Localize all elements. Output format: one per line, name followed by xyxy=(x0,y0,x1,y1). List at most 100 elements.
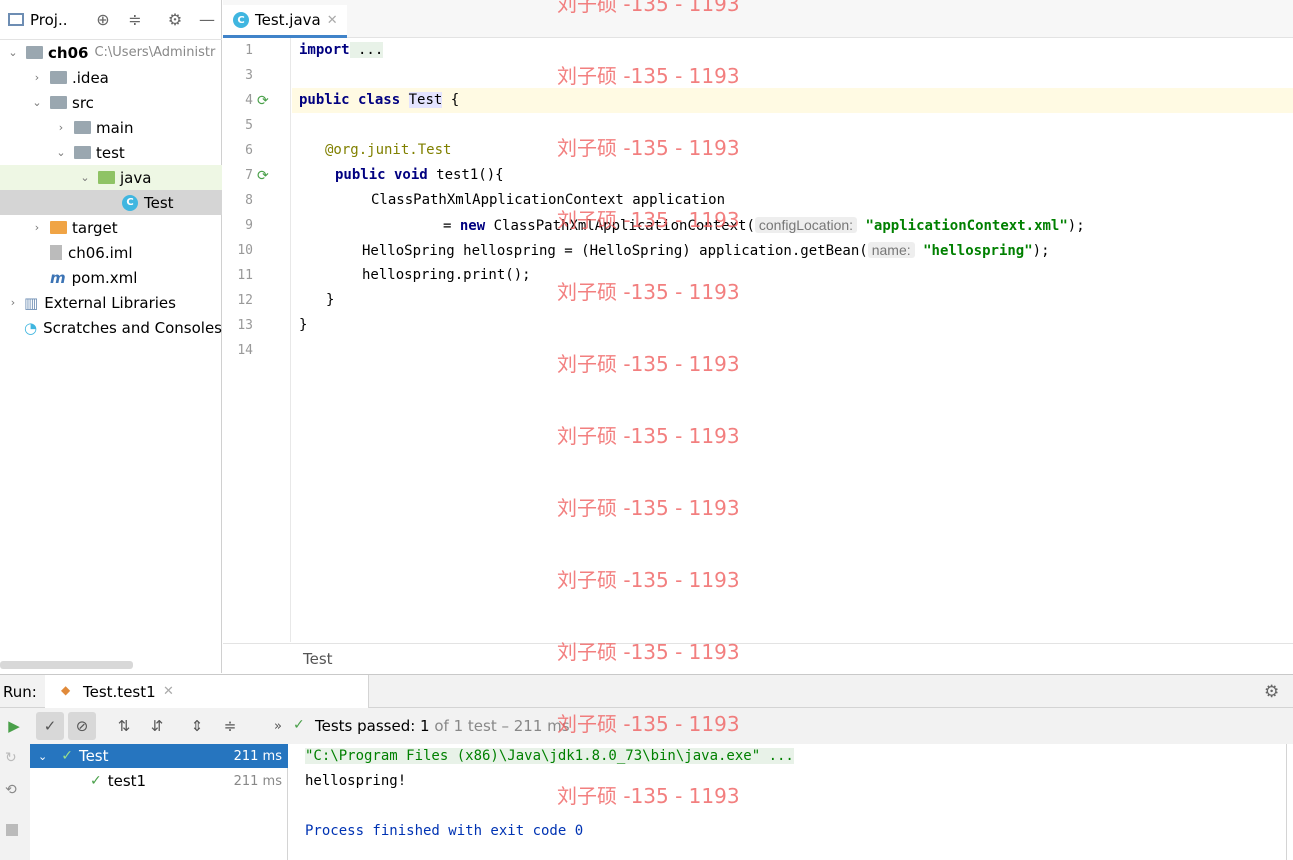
folder-icon xyxy=(50,96,67,109)
run-tab-label: Test.test1 xyxy=(83,683,156,701)
tree-item-label: ch06.iml xyxy=(68,243,133,262)
folder-icon xyxy=(98,171,115,184)
tab-test-java[interactable]: C Test.java ✕ xyxy=(223,5,347,38)
scratch-icon: ◔ xyxy=(23,318,38,337)
chevron-down-icon[interactable]: ⌄ xyxy=(30,96,44,109)
watermark-text: 刘子硕 -135 - 1193 xyxy=(557,712,740,736)
line-number: 6 xyxy=(245,143,253,158)
run-method-icon[interactable]: ⟳ xyxy=(257,168,269,184)
stop-icon[interactable] xyxy=(6,824,18,836)
tree-item-test[interactable]: C Test xyxy=(0,190,222,215)
tree-item-main[interactable]: › main xyxy=(0,115,222,140)
passed-check-icon: ✓ xyxy=(293,717,305,733)
run-class-icon[interactable]: ⟳ xyxy=(257,93,269,109)
more-icon[interactable]: » xyxy=(264,712,292,740)
test-duration: 211 ms xyxy=(233,773,282,789)
chevron-right-icon[interactable]: › xyxy=(6,296,20,309)
locate-icon[interactable]: ⊕ xyxy=(92,9,114,31)
watermark-text: 刘子硕 -135 - 1193 xyxy=(557,136,740,160)
folder-icon xyxy=(50,221,67,234)
junit-icon: ◆ xyxy=(61,683,71,697)
run-side-toolbar: ↻ ⟲ xyxy=(0,744,30,860)
toggle-auto-test-icon[interactable]: ⟲ xyxy=(5,782,17,798)
library-icon: ▥ xyxy=(24,293,39,312)
test-name: test1 xyxy=(107,772,147,790)
chevron-right-icon[interactable]: › xyxy=(54,121,68,134)
chevron-down-icon[interactable]: ⌄ xyxy=(78,171,92,184)
collapse-all-run-icon[interactable]: ≑ xyxy=(216,712,244,740)
tree-item-label: main xyxy=(96,118,134,137)
line-number: 9 xyxy=(245,218,253,233)
tree-item--idea[interactable]: › .idea xyxy=(0,65,222,90)
code-line-9: = new ClassPathXmlApplicationContext(con… xyxy=(443,217,1085,234)
horizontal-scrollbar[interactable] xyxy=(0,661,133,669)
test-name: Test xyxy=(78,747,109,765)
line-number: 11 xyxy=(237,268,253,283)
tree-item-label: .idea xyxy=(72,68,109,87)
sort-duration-icon[interactable]: ⇵ xyxy=(143,712,171,740)
code-editor[interactable]: import ... public class Test { @org.juni… xyxy=(292,38,1293,642)
project-view-icon xyxy=(8,13,24,26)
code-line-8: ClassPathXmlApplicationContext applicati… xyxy=(371,192,726,208)
code-line-10: HelloSpring hellospring = (HelloSpring) … xyxy=(362,242,1050,259)
passed-check-icon: ✓ xyxy=(61,748,73,764)
rerun-icon[interactable]: ▶ xyxy=(0,712,28,740)
tree-item-pom-xml[interactable]: m pom.xml xyxy=(0,265,222,290)
line-number: 8 xyxy=(245,193,253,208)
chevron-down-icon: ⌄ xyxy=(38,749,48,763)
sort-alpha-icon[interactable]: ⇅ xyxy=(110,712,138,740)
chevron-down-icon[interactable]: ⌄ xyxy=(54,146,68,159)
test-duration: 211 ms xyxy=(233,748,282,764)
project-toolbar: Proj.. ⊕ ≑ ⚙ — xyxy=(0,0,222,40)
chevron-right-icon[interactable]: › xyxy=(30,71,44,84)
test-row-test1[interactable]: ✓ test1 211 ms xyxy=(30,769,288,793)
line-number: 10 xyxy=(237,243,253,258)
code-line-13: } xyxy=(299,317,308,333)
tree-item-external-libraries[interactable]: › ▥ External Libraries xyxy=(0,290,222,315)
module-file-icon xyxy=(50,245,62,260)
tree-item-target[interactable]: › target xyxy=(0,215,222,240)
close-run-tab-icon[interactable]: ✕ xyxy=(163,684,174,699)
close-tab-icon[interactable]: ✕ xyxy=(327,13,338,28)
chevron-down-icon[interactable]: ⌄ xyxy=(6,46,20,59)
test-status: Tests passed: 1 of 1 test – 211 ms xyxy=(315,717,570,735)
expand-all-icon[interactable]: ⇕ xyxy=(183,712,211,740)
watermark-text: 刘子硕 -135 - 1193 xyxy=(557,208,740,232)
collapse-all-icon[interactable]: ≑ xyxy=(124,9,146,31)
chevron-right-icon[interactable]: › xyxy=(30,221,44,234)
watermark-text: 刘子硕 -135 - 1193 xyxy=(557,568,740,592)
tree-item-ch06-iml[interactable]: ch06.iml xyxy=(0,240,222,265)
line-number: 5 xyxy=(245,118,253,133)
tree-item-test[interactable]: ⌄ test xyxy=(0,140,222,165)
code-line-4: public class Test { xyxy=(299,92,460,108)
java-class-icon: C xyxy=(122,194,138,211)
folder-icon xyxy=(50,71,67,84)
console-line: "C:\Program Files (x86)\Java\jdk1.8.0_73… xyxy=(305,748,794,764)
tree-item-label: src xyxy=(72,93,94,112)
folder-icon xyxy=(74,121,91,134)
tree-item-ch06[interactable]: ⌄ ch06 C:\Users\Administr xyxy=(0,40,222,65)
watermark-text: 刘子硕 -135 - 1193 xyxy=(557,784,740,808)
code-line-12: } xyxy=(326,292,335,308)
console-line: hellospring! xyxy=(305,773,407,789)
tree-item-java[interactable]: ⌄ java xyxy=(0,165,222,190)
rerun-failed-icon[interactable]: ↻ xyxy=(5,750,17,766)
watermark-text: 刘子硕 -135 - 1193 xyxy=(557,0,740,16)
gear-icon[interactable]: ⚙ xyxy=(164,9,186,31)
console-output[interactable]: "C:\Program Files (x86)\Java\jdk1.8.0_73… xyxy=(289,744,1287,860)
run-tab[interactable]: ◆ Test.test1 ✕ xyxy=(45,675,369,708)
line-number: 14 xyxy=(237,343,253,358)
tree-item-src[interactable]: ⌄ src xyxy=(0,90,222,115)
tree-item-label: target xyxy=(72,218,118,237)
show-ignored-icon[interactable]: ⊘ xyxy=(68,712,96,740)
folder-icon xyxy=(26,46,43,59)
breadcrumb[interactable]: Test xyxy=(223,643,1293,673)
show-passed-icon[interactable]: ✓ xyxy=(36,712,64,740)
hide-icon[interactable]: — xyxy=(196,9,218,31)
tree-item-scratches-and-consoles[interactable]: ◔ Scratches and Consoles xyxy=(0,315,222,340)
project-view-dropdown[interactable]: Proj.. xyxy=(30,11,80,29)
test-row-test[interactable]: ⌄ ✓ Test 211 ms xyxy=(30,744,288,768)
watermark-text: 刘子硕 -135 - 1193 xyxy=(557,280,740,304)
settings-gear-icon[interactable]: ⚙ xyxy=(1264,682,1279,702)
param-hint: name: xyxy=(867,242,915,258)
